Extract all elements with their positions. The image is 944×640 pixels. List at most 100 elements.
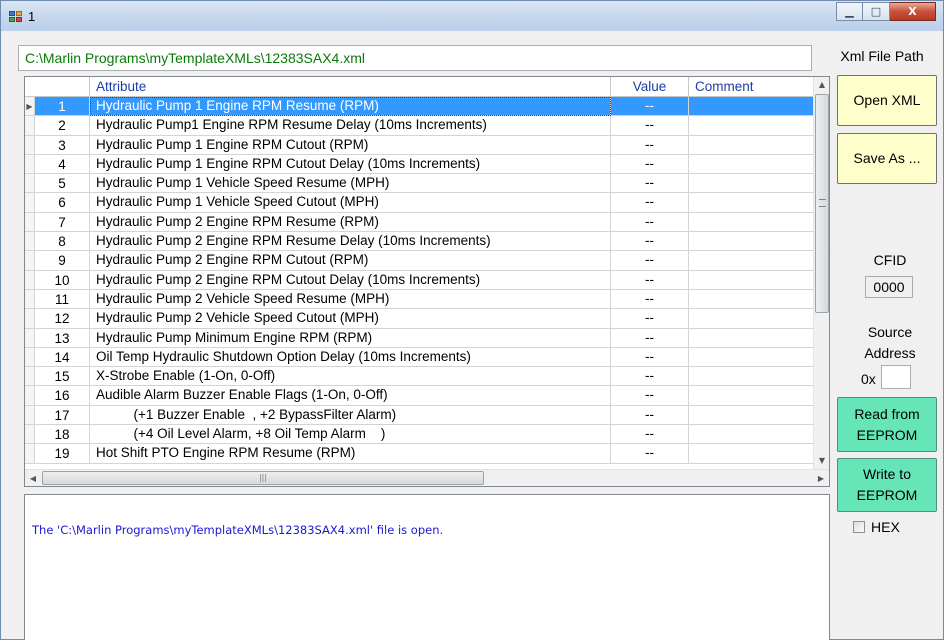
value-cell[interactable]: --	[611, 444, 689, 464]
row-selector[interactable]	[25, 193, 35, 213]
attribute-cell[interactable]: (+4 Oil Level Alarm, +8 Oil Temp Alarm )	[90, 425, 611, 445]
source-address-input[interactable]	[881, 365, 911, 389]
attribute-cell[interactable]: Hydraulic Pump 2 Engine RPM Resume Delay…	[90, 232, 611, 252]
xml-path-field[interactable]: C:\Marlin Programs\myTemplateXMLs\12383S…	[18, 45, 812, 71]
checkbox-icon[interactable]	[853, 521, 865, 533]
comment-cell[interactable]	[689, 425, 814, 445]
comment-cell[interactable]	[689, 444, 814, 464]
minimize-button[interactable]: ▁	[836, 2, 863, 21]
comment-cell[interactable]	[689, 328, 814, 348]
close-button[interactable]: X	[890, 2, 936, 21]
table-row[interactable]: 7 Hydraulic Pump 2 Engine RPM Resume (RPM…	[25, 212, 814, 233]
attribute-cell[interactable]: Hydraulic Pump 1 Engine RPM Cutout Delay…	[90, 154, 611, 175]
value-cell[interactable]: --	[611, 425, 689, 445]
value-cell[interactable]: --	[611, 367, 689, 387]
value-cell[interactable]: --	[611, 135, 689, 155]
table-row[interactable]: 10 Hydraulic Pump 2 Engine RPM Cutout Del…	[25, 270, 814, 290]
value-cell[interactable]: --	[611, 328, 689, 348]
table-row[interactable]: 15 X-Strobe Enable (1-On, 0-Off) --	[25, 367, 814, 387]
table-row[interactable]: ▶ 1 Hydraulic Pump 1 Engine RPM Resume (RP…	[25, 97, 814, 117]
comment-cell[interactable]	[689, 116, 814, 136]
attribute-cell[interactable]: Hydraulic Pump 2 Vehicle Speed Cutout (M…	[90, 309, 611, 329]
scroll-left-arrow-icon[interactable]: ◀	[25, 470, 41, 486]
attribute-cell[interactable]: X-Strobe Enable (1-On, 0-Off)	[90, 367, 611, 387]
attribute-cell[interactable]: Hydraulic Pump 1 Engine RPM Cutout (RPM)	[90, 135, 611, 155]
row-selector[interactable]	[25, 347, 35, 368]
horizontal-scroll-thumb[interactable]: |||	[42, 471, 484, 485]
comment-cell[interactable]	[689, 367, 814, 387]
value-cell[interactable]: --	[611, 405, 689, 426]
table-row[interactable]: 6 Hydraulic Pump 1 Vehicle Speed Cutout (…	[25, 193, 814, 213]
table-row[interactable]: 13 Hydraulic Pump Minimum Engine RPM (RPM…	[25, 328, 814, 348]
table-row[interactable]: 4 Hydraulic Pump 1 Engine RPM Cutout Dela…	[25, 154, 814, 175]
horizontal-scrollbar[interactable]: ◀ ||| ▶	[25, 469, 829, 486]
attribute-cell[interactable]: Hydraulic Pump 1 Vehicle Speed Cutout (M…	[90, 193, 611, 213]
comment-cell[interactable]	[689, 154, 814, 175]
row-selector[interactable]: ▶	[25, 97, 35, 117]
value-cell[interactable]: --	[611, 97, 689, 117]
value-cell[interactable]: --	[611, 289, 689, 310]
title-bar[interactable]: 1 ▁ □ X	[1, 1, 943, 31]
value-cell[interactable]: --	[611, 232, 689, 252]
status-log[interactable]: The 'C:\Marlin Programs\myTemplateXMLs\1…	[24, 494, 830, 640]
scroll-up-arrow-icon[interactable]: ▲	[814, 77, 829, 93]
comment-cell[interactable]	[689, 386, 814, 406]
table-row[interactable]: 19 Hot Shift PTO Engine RPM Resume (RPM) -…	[25, 444, 814, 464]
value-cell[interactable]: --	[611, 212, 689, 233]
vertical-scrollbar[interactable]: ▲ ▼	[813, 77, 829, 469]
row-selector[interactable]	[25, 174, 35, 194]
value-cell[interactable]: --	[611, 251, 689, 271]
row-selector[interactable]	[25, 444, 35, 464]
vertical-scroll-thumb[interactable]	[815, 94, 829, 313]
attribute-cell[interactable]: Hydraulic Pump 1 Engine RPM Resume (RPM)	[90, 97, 611, 117]
attribute-cell[interactable]: Audible Alarm Buzzer Enable Flags (1-On,…	[90, 386, 611, 406]
row-selector[interactable]	[25, 251, 35, 271]
column-header-value[interactable]: Value	[611, 77, 689, 97]
table-row[interactable]: 14 Oil Temp Hydraulic Shutdown Option Del…	[25, 347, 814, 368]
attribute-cell[interactable]: Hot Shift PTO Engine RPM Resume (RPM)	[90, 444, 611, 464]
attribute-cell[interactable]: Oil Temp Hydraulic Shutdown Option Delay…	[90, 347, 611, 368]
row-selector[interactable]	[25, 309, 35, 329]
value-cell[interactable]: --	[611, 386, 689, 406]
write-to-eeprom-button[interactable]: Write to EEPROM	[837, 458, 937, 512]
table-row[interactable]: 2 Hydraulic Pump1 Engine RPM Resume Delay…	[25, 116, 814, 136]
value-cell[interactable]: --	[611, 270, 689, 290]
comment-cell[interactable]	[689, 193, 814, 213]
value-cell[interactable]: --	[611, 174, 689, 194]
row-selector[interactable]	[25, 270, 35, 290]
comment-cell[interactable]	[689, 174, 814, 194]
row-selector[interactable]	[25, 135, 35, 155]
comment-cell[interactable]	[689, 347, 814, 368]
comment-cell[interactable]	[689, 251, 814, 271]
row-selector[interactable]	[25, 328, 35, 348]
save-as-button[interactable]: Save As ...	[837, 133, 937, 184]
comment-cell[interactable]	[689, 135, 814, 155]
attribute-cell[interactable]: Hydraulic Pump1 Engine RPM Resume Delay …	[90, 116, 611, 136]
table-row[interactable]: 8 Hydraulic Pump 2 Engine RPM Resume Dela…	[25, 232, 814, 252]
comment-cell[interactable]	[689, 97, 814, 117]
row-selector[interactable]	[25, 386, 35, 406]
attribute-cell[interactable]: Hydraulic Pump 2 Engine RPM Cutout (RPM)	[90, 251, 611, 271]
attribute-cell[interactable]: Hydraulic Pump 1 Vehicle Speed Resume (M…	[90, 174, 611, 194]
row-selector[interactable]	[25, 212, 35, 233]
row-selector[interactable]	[25, 425, 35, 445]
value-cell[interactable]: --	[611, 154, 689, 175]
row-selector[interactable]	[25, 116, 35, 136]
table-row[interactable]: 12 Hydraulic Pump 2 Vehicle Speed Cutout …	[25, 309, 814, 329]
attribute-grid[interactable]: Attribute Value Comment ▶ 1 Hydraulic Pump…	[24, 76, 830, 487]
attribute-cell[interactable]: Hydraulic Pump 2 Vehicle Speed Resume (M…	[90, 289, 611, 310]
attribute-cell[interactable]: Hydraulic Pump 2 Engine RPM Cutout Delay…	[90, 270, 611, 290]
hex-checkbox[interactable]: HEX	[853, 519, 900, 535]
row-selector[interactable]	[25, 367, 35, 387]
comment-cell[interactable]	[689, 270, 814, 290]
value-cell[interactable]: --	[611, 309, 689, 329]
row-selector[interactable]	[25, 154, 35, 175]
read-from-eeprom-button[interactable]: Read from EEPROM	[837, 397, 937, 452]
attribute-cell[interactable]: Hydraulic Pump 2 Engine RPM Resume (RPM)	[90, 212, 611, 233]
table-row[interactable]: 17 (+1 Buzzer Enable , +2 BypassFilter A…	[25, 405, 814, 426]
scroll-right-arrow-icon[interactable]: ▶	[813, 470, 829, 486]
row-selector[interactable]	[25, 289, 35, 310]
comment-cell[interactable]	[689, 212, 814, 233]
table-row[interactable]: 18 (+4 Oil Level Alarm, +8 Oil Temp Alar…	[25, 425, 814, 445]
column-header-comment[interactable]: Comment	[689, 77, 814, 97]
